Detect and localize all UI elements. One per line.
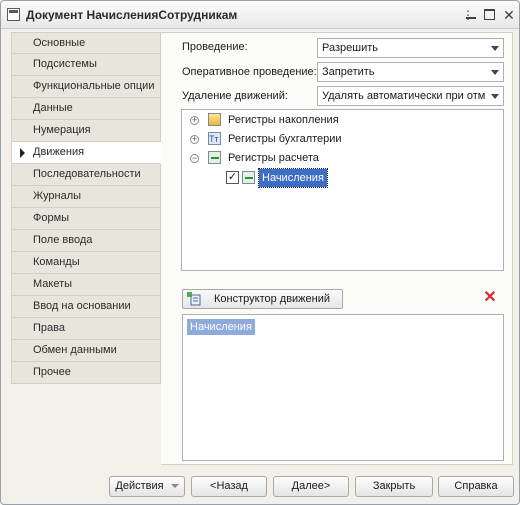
help-label: Справка [454,480,498,492]
close-button[interactable]: Закрыть [355,476,433,497]
section-label: Последовательности [33,168,141,180]
help-button[interactable]: Справка [438,476,514,497]
section-osnovnye[interactable]: Основные [11,32,161,54]
section-label: Обмен данными [33,344,117,356]
next-label: Далее> [291,480,331,492]
section-pole-vvoda[interactable]: Поле ввода [11,230,161,252]
calculation-register-icon [208,151,221,164]
section-label: Журналы [33,190,82,202]
section-zhurnaly[interactable]: Журналы [11,186,161,208]
section-label: Нумерация [33,124,91,136]
delete-icon[interactable]: ✕ [483,290,497,306]
posting-value: Разрешить [322,42,378,54]
window-title: Документ НачисленияСотрудникам [26,8,238,22]
section-label: Формы [33,212,70,224]
section-label: Данные [33,102,73,114]
section-dvizheniya[interactable]: Движения [11,142,161,164]
section-label: Права [33,322,65,334]
actions-button[interactable]: Действия [109,476,185,497]
current-section-arrow-icon [20,148,25,158]
accumulation-register-icon [208,113,221,126]
section-formy[interactable]: Формы [11,208,161,230]
section-label: Команды [33,256,80,268]
more-menu-icon[interactable]: ⋮ [460,7,476,23]
back-button[interactable]: <Назад [191,476,267,497]
wizard-icon [187,292,201,306]
register-checkbox[interactable]: ✓ [226,171,239,184]
delete-records-label: Удаление движений: [182,90,288,102]
document-icon [7,8,20,21]
posting-select[interactable]: Разрешить [317,38,504,58]
actions-label: Действия [115,480,164,492]
realtime-posting-select[interactable]: Запретить [317,62,504,82]
section-obmen-dannymi[interactable]: Обмен данными [11,340,161,362]
close-label: Закрыть [372,480,416,492]
section-numeratsiya[interactable]: Нумерация [11,120,161,142]
section-label: Подсистемы [33,58,97,70]
section-label: Поле ввода [33,234,93,246]
title-bar: Документ НачисленияСотрудникам ⋮ ✕ [1,1,519,29]
close-icon[interactable]: ✕ [501,7,517,23]
chevron-down-icon [170,484,179,489]
list-item[interactable]: Начисления [187,319,255,335]
tree-node-label: Регистры расчета [228,152,319,164]
realtime-posting-value: Запретить [322,66,375,78]
section-label: Функциональные опции [33,80,155,92]
section-label: Основные [33,37,86,49]
section-dannye[interactable]: Данные [11,98,161,120]
collapse-icon[interactable]: − [190,154,199,163]
section-prava[interactable]: Права [11,318,161,340]
tree-node-label: Регистры накопления [228,114,339,126]
maximize-icon[interactable] [484,9,495,20]
section-funktsionalnye-optsii[interactable]: Функциональные опции [11,76,161,98]
registers-tree: + Регистры накопления + Регистры бухгалт… [181,109,504,271]
realtime-posting-label: Оперативное проведение: [182,66,317,78]
minimize-icon[interactable] [466,17,476,19]
section-komandy[interactable]: Команды [11,252,161,274]
posting-label: Проведение: [182,41,248,53]
back-label: <Назад [210,480,248,492]
delete-records-value: Удалять автоматически при отм [322,90,486,102]
chevron-down-icon[interactable] [487,87,503,105]
section-label: Ввод на основании [33,300,131,312]
chevron-down-icon[interactable] [487,63,503,81]
tree-node-label: Начисления [258,168,328,188]
next-button[interactable]: Далее> [273,476,349,497]
calculation-register-icon [242,171,255,184]
register-records-list: Начисления [182,314,504,461]
section-makety[interactable]: Макеты [11,274,161,296]
expand-icon[interactable]: + [190,116,199,125]
register-records-wizard-label: Конструктор движений [214,293,331,305]
tree-node-label: Регистры бухгалтерии [228,133,342,145]
section-posledovatelnosti[interactable]: Последовательности [11,164,161,186]
expand-icon[interactable]: + [190,135,199,144]
section-label: Макеты [33,278,73,290]
section-list: Основные Подсистемы Функциональные опции… [11,32,161,384]
section-label: Движения [33,146,85,158]
dialog-window: Документ НачисленияСотрудникам ⋮ ✕ Основ… [0,0,520,505]
section-podsistemy[interactable]: Подсистемы [11,54,161,76]
chevron-down-icon[interactable] [487,39,503,57]
accounting-register-icon [208,130,221,148]
delete-records-select[interactable]: Удалять автоматически при отм [317,86,504,106]
register-records-wizard-button[interactable]: Конструктор движений [182,289,343,309]
section-label: Прочее [33,366,71,378]
section-vvod-na-osnovanii[interactable]: Ввод на основании [11,296,161,318]
section-prochee[interactable]: Прочее [11,362,161,384]
